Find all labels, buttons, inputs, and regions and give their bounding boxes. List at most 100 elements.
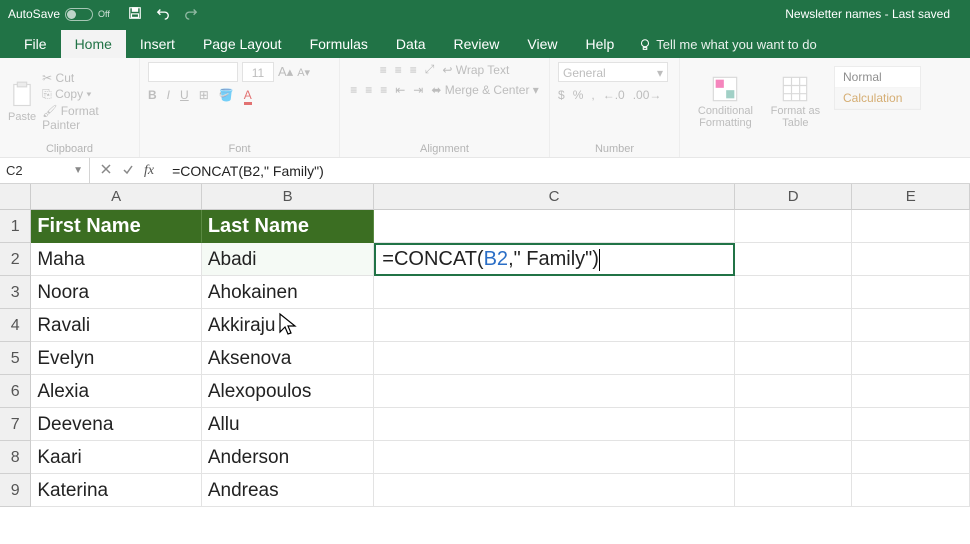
font-name-combo[interactable] [148,62,238,82]
row-header[interactable]: 7 [0,408,31,441]
row-header[interactable]: 3 [0,276,31,309]
col-header-B[interactable]: B [202,184,374,210]
decrease-decimal-icon[interactable]: .00→ [633,88,662,102]
tab-file[interactable]: File [10,30,61,58]
bold-button[interactable]: B [148,88,157,105]
italic-button[interactable]: I [167,88,170,105]
row-header[interactable]: 9 [0,474,31,507]
cell-C7[interactable] [374,408,734,441]
col-header-D[interactable]: D [735,184,853,210]
cell-D9[interactable] [735,474,853,507]
row-header[interactable]: 2 [0,243,31,276]
font-color-icon[interactable]: A [244,88,252,105]
row-header[interactable]: 6 [0,375,31,408]
formula-input[interactable]: =CONCAT(B2," Family") [164,163,970,179]
cell-A9[interactable]: Katerina [31,474,202,507]
merge-center-button[interactable]: ⬌ Merge & Center ▾ [431,83,538,97]
cell-B1[interactable]: Last Name [202,210,374,243]
border-icon[interactable]: ⊞ [199,88,209,105]
cell-C5[interactable] [374,342,734,375]
save-icon[interactable] [128,6,142,23]
cell-B8[interactable]: Anderson [202,441,374,474]
spreadsheet-grid[interactable]: A B C D E 1First NameLast Name2MahaAbadi… [0,184,970,507]
cell-E5[interactable] [852,342,970,375]
fill-color-icon[interactable]: 🪣 [219,88,234,105]
cell-B3[interactable]: Ahokainen [202,276,374,309]
cell-C1[interactable] [374,210,734,243]
autosave-toggle[interactable]: AutoSave Off [8,7,110,21]
tab-formulas[interactable]: Formulas [296,30,382,58]
percent-button[interactable]: % [573,88,584,102]
cell-A8[interactable]: Kaari [31,441,202,474]
format-painter-button[interactable]: 🖌 Format Painter [42,104,131,132]
col-header-A[interactable]: A [31,184,201,210]
fx-icon[interactable]: fx [144,163,154,179]
underline-button[interactable]: U [180,88,189,105]
cell-C4[interactable] [374,309,734,342]
decrease-font-icon[interactable]: A▾ [297,66,310,79]
cell-B7[interactable]: Allu [202,408,374,441]
cell-E2[interactable] [852,243,970,276]
indent-left-icon[interactable]: ⇤ [395,83,405,97]
format-as-table-button[interactable]: Format as Table [769,75,822,129]
name-box[interactable]: C2 ▼ [0,158,90,183]
cell-A6[interactable]: Alexia [31,375,202,408]
select-all-corner[interactable] [0,184,31,210]
cancel-icon[interactable] [100,163,112,178]
copy-button[interactable]: ⎘ Copy ▾ [42,87,131,102]
style-calculation[interactable]: Calculation [835,88,920,109]
chevron-down-icon[interactable]: ▼ [73,165,83,176]
font-size-combo[interactable]: 11 [242,62,274,82]
undo-icon[interactable] [156,6,170,23]
cell-A2[interactable]: Maha [31,243,202,276]
tab-help[interactable]: Help [572,30,629,58]
align-bottom-icon[interactable]: ≡ [410,63,417,77]
comma-button[interactable]: , [591,88,594,102]
cell-D1[interactable] [735,210,853,243]
cell-styles-gallery[interactable]: Normal Calculation [834,66,921,110]
tab-home[interactable]: Home [61,30,126,58]
cell-D5[interactable] [735,342,853,375]
align-center-icon[interactable]: ≡ [365,83,372,97]
increase-font-icon[interactable]: A▴ [278,64,293,80]
cell-A3[interactable]: Noora [31,276,202,309]
redo-icon[interactable] [184,6,198,23]
align-top-icon[interactable]: ≡ [380,63,387,77]
increase-decimal-icon[interactable]: ←.0 [603,88,625,102]
cell-E4[interactable] [852,309,970,342]
cell-E9[interactable] [852,474,970,507]
cell-D4[interactable] [735,309,853,342]
tab-review[interactable]: Review [440,30,514,58]
cell-B9[interactable]: Andreas [202,474,374,507]
number-format-combo[interactable]: General▾ [558,62,668,82]
cell-C8[interactable] [374,441,734,474]
cell-B6[interactable]: Alexopoulos [202,375,374,408]
cell-C3[interactable] [374,276,734,309]
indent-right-icon[interactable]: ⇥ [413,83,423,97]
tab-data[interactable]: Data [382,30,440,58]
align-right-icon[interactable]: ≡ [380,83,387,97]
cell-E1[interactable] [852,210,970,243]
col-header-C[interactable]: C [374,184,735,210]
cell-B5[interactable]: Aksenova [202,342,374,375]
cell-E8[interactable] [852,441,970,474]
cell-A1[interactable]: First Name [31,210,202,243]
tell-me-search[interactable]: Tell me what you want to do [628,31,826,58]
enter-icon[interactable] [122,163,134,178]
tab-insert[interactable]: Insert [126,30,189,58]
tab-page-layout[interactable]: Page Layout [189,30,296,58]
cell-C2[interactable]: =CONCAT(B2," Family") [374,243,734,276]
conditional-formatting-button[interactable]: Conditional Formatting [688,75,763,129]
cell-B2[interactable]: Abadi [202,243,374,276]
cell-B4[interactable]: Akkiraju [202,309,374,342]
align-left-icon[interactable]: ≡ [350,83,357,97]
cell-D6[interactable] [735,375,853,408]
orientation-icon[interactable]: ⤢ [425,62,435,77]
cell-C9[interactable] [374,474,734,507]
cut-button[interactable]: ✂ Cut [42,71,131,85]
cell-D2[interactable] [735,243,853,276]
wrap-text-button[interactable]: ↩ Wrap Text [442,63,509,77]
cell-E6[interactable] [852,375,970,408]
cell-D8[interactable] [735,441,853,474]
row-header[interactable]: 1 [0,210,31,243]
